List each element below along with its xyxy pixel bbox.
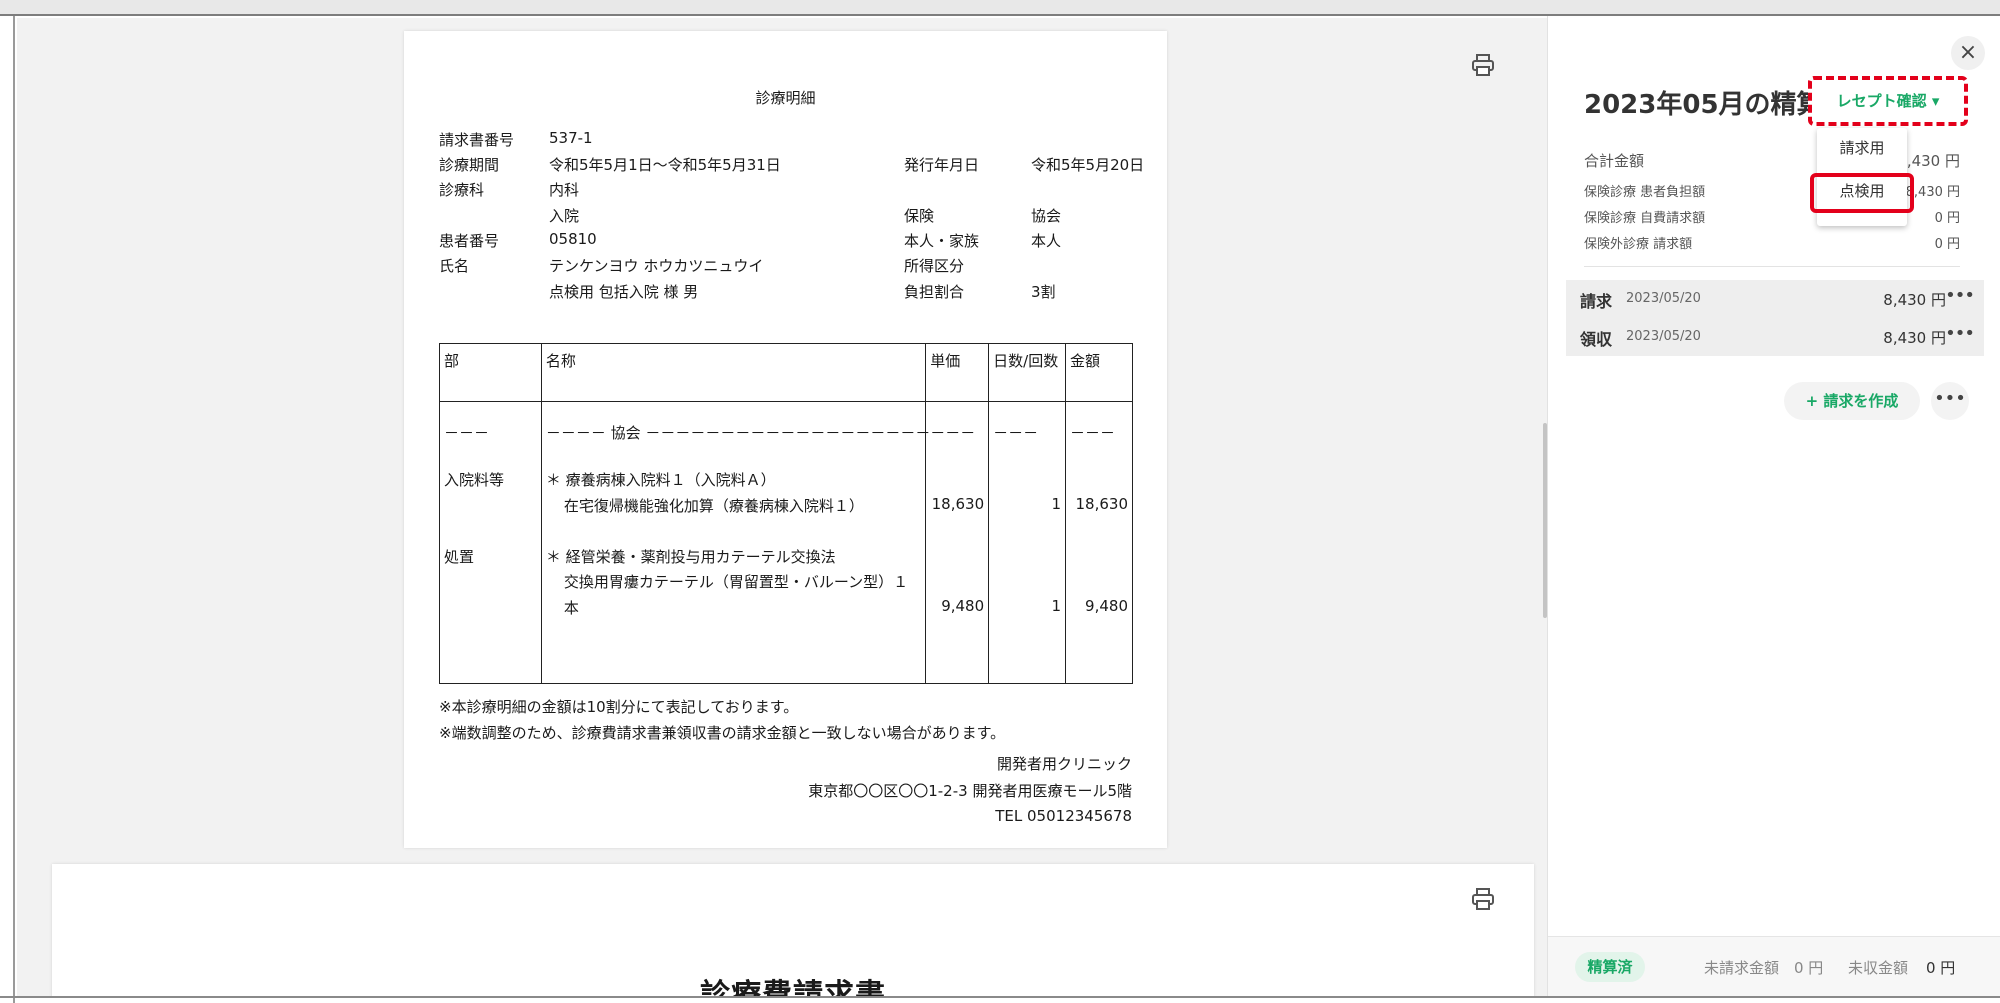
summary-label: 保険診療 自費請求額 (1584, 211, 1706, 226)
statement-table: 部 名称 単価 日数/回数 金額 －－－ 入院料等 処置 －－－－ 協会 －－－… (439, 343, 1133, 684)
name-label: 氏名 (439, 257, 470, 275)
amount-cell: －－－ 18,630 9,480 (1065, 401, 1133, 684)
more-icon[interactable]: ••• (1945, 285, 1975, 306)
header-amount: 金額 (1065, 343, 1133, 402)
period: 令和5年5月1日～令和5年5月31日 (549, 156, 781, 174)
summary-label: 合計金額 (1584, 152, 1645, 170)
receipt-check-button[interactable]: レセプト確認 ▾ (1808, 76, 1968, 126)
table-row: －－－ 入院料等 処置 －－－－ 協会 －－－－－－－－－－－－－－－－－－－ … (439, 401, 1133, 684)
patient-no: 05810 (549, 230, 597, 248)
create-invoice-button[interactable]: + 請求を作成 (1784, 382, 1920, 420)
row-name-2b: 交換用胃瘻カテーテル（胃留置型・バルーン型）１ (563, 573, 909, 591)
document-title: 診療明細 (755, 89, 816, 107)
header-days: 日数/回数 (988, 343, 1067, 402)
more-options-button[interactable]: ••• (1931, 382, 1969, 420)
summary-value: 0 円 (1934, 211, 1960, 226)
issue-label: 発行年月日 (904, 156, 980, 174)
clinic-tel: TEL 05012345678 (995, 807, 1132, 825)
period-label: 診療期間 (439, 156, 500, 174)
name-kanji: 点検用 包括入院 様 男 (549, 283, 699, 301)
dept: 内科 (549, 181, 580, 199)
summary-label: 保険外診療 請求額 (1584, 237, 1693, 252)
transaction-amount: 8,430 円 (1883, 329, 1946, 347)
row-price-2: 9,480 (941, 597, 985, 615)
row-name-2c: 本 (563, 599, 579, 617)
row-amount-1: 18,630 (1075, 495, 1129, 513)
row-name-1a: ＊ 療養病棟入院料１（入院料Ａ） (545, 471, 776, 489)
option-highlight-box (1810, 173, 1914, 213)
window-left-edge (0, 16, 15, 1003)
divider (1584, 266, 1960, 267)
insurance-label: 保険 (904, 207, 935, 225)
statement-document: 診療明細 請求書番号 537-1 診療期間 令和5年5月1日～令和5年5月31日… (404, 31, 1167, 848)
income-label: 所得区分 (904, 257, 965, 275)
unbilled-label: 未請求金額 (1704, 959, 1780, 977)
relation: 本人 (1031, 232, 1062, 250)
row-amount-2: 9,480 (1085, 597, 1128, 615)
printer-icon[interactable] (1471, 888, 1495, 910)
note-1: ※本診療明細の金額は10割分にて表記しております。 (439, 698, 799, 716)
row-days-1: 1 (1051, 495, 1062, 513)
panel-footer: 精算済 未請求金額 0 円 未収金額 0 円 (1548, 936, 2000, 996)
transaction-date: 2023/05/20 (1626, 291, 1701, 306)
close-icon[interactable]: × (1951, 36, 1985, 70)
uncollected-value: 0 円 (1926, 959, 1956, 977)
summary-label: 保険診療 患者負担額 (1584, 185, 1706, 200)
window-bottom-line (0, 996, 2000, 998)
transaction-label: 領収 (1580, 330, 1613, 349)
name-cell: －－－－ 協会 －－－－－－－－－－－－－－－－－－－ ＊ 療養病棟入院料１（入… (540, 401, 930, 684)
dash-days: －－－ (993, 424, 1039, 442)
patient-no-label: 患者番号 (439, 232, 500, 250)
row-name-1b: 在宅復帰機能強化加算（療養病棟入院料１） (563, 497, 864, 515)
clinic-address: 東京都〇〇区〇〇1-2-3 開発者用医療モール5階 (808, 782, 1132, 800)
transaction-label: 請求 (1580, 292, 1613, 311)
more-icon[interactable]: ••• (1945, 323, 1975, 344)
summary-value: 0 円 (1934, 237, 1960, 252)
window-top-bar (0, 0, 2000, 16)
dash-price: －－－ (930, 424, 976, 442)
name-kana: テンケンヨウ ホウカツニュウイ (549, 257, 764, 275)
transaction-amount: 8,430 円 (1883, 291, 1946, 309)
row-name-2a: ＊ 経管栄養・薬剤投与用カテーテル交換法 (545, 548, 836, 566)
issue-date: 令和5年5月20日 (1031, 156, 1145, 174)
price-cell: －－－ 18,630 9,480 (925, 401, 990, 684)
unbilled-value: 0 円 (1794, 959, 1824, 977)
invoice-document: 診療費請求書 (52, 864, 1534, 996)
part-cell: －－－ 入院料等 処置 (439, 401, 542, 684)
document-viewer: 診療明細 請求書番号 537-1 診療期間 令和5年5月1日～令和5年5月31日… (17, 18, 1547, 996)
invoice-no-label: 請求書番号 (439, 131, 515, 149)
dropdown-option-billing[interactable]: 請求用 (1817, 137, 1907, 158)
header-price: 単価 (925, 343, 990, 402)
status-badge: 精算済 (1575, 952, 1645, 982)
insurance: 協会 (1031, 207, 1062, 225)
summary-row: 保険外診療 請求額 0 円 (1584, 233, 1960, 252)
dept-label: 診療科 (439, 181, 485, 199)
invoice-title: 診療費請求書 (700, 978, 886, 996)
row-days-2: 1 (1051, 597, 1062, 615)
transaction-date: 2023/05/20 (1626, 329, 1701, 344)
transaction-row-billing[interactable]: 請求 2023/05/20 8,430 円 ••• (1566, 280, 1984, 318)
panel-title: 2023年05月の精算 (1584, 90, 1823, 120)
days-cell: －－－ 1 1 (988, 401, 1067, 684)
burden-label: 負担割合 (904, 283, 965, 301)
dash-name: －－－－ 協会 －－－－－－－－－－－－－－－－－－－ (545, 424, 931, 442)
admission-type: 入院 (549, 207, 580, 225)
header-part: 部 (439, 343, 542, 402)
note-2: ※端数調整のため、診療費請求書兼領収書の請求金額と一致しない場合があります。 (439, 724, 1006, 742)
burden: 3割 (1031, 283, 1056, 301)
row-part-1: 入院料等 (444, 471, 505, 489)
row-price-1: 18,630 (931, 495, 985, 513)
invoice-no: 537-1 (549, 129, 593, 147)
dash-amount: －－－ (1070, 424, 1116, 442)
header-name: 名称 (540, 343, 927, 402)
clinic-name: 開発者用クリニック (996, 755, 1132, 773)
uncollected-label: 未収金額 (1848, 959, 1909, 977)
row-part-2: 処置 (444, 548, 475, 566)
relation-label: 本人・家族 (904, 232, 980, 250)
transaction-row-receipt[interactable]: 領収 2023/05/20 8,430 円 ••• (1566, 318, 1984, 356)
settlement-panel: × 2023年05月の精算 レセプト確認 ▾ 合計金額 8,430 円 保険診療… (1547, 16, 2000, 996)
printer-icon[interactable] (1471, 54, 1495, 76)
dash-part: －－－ (444, 424, 490, 442)
